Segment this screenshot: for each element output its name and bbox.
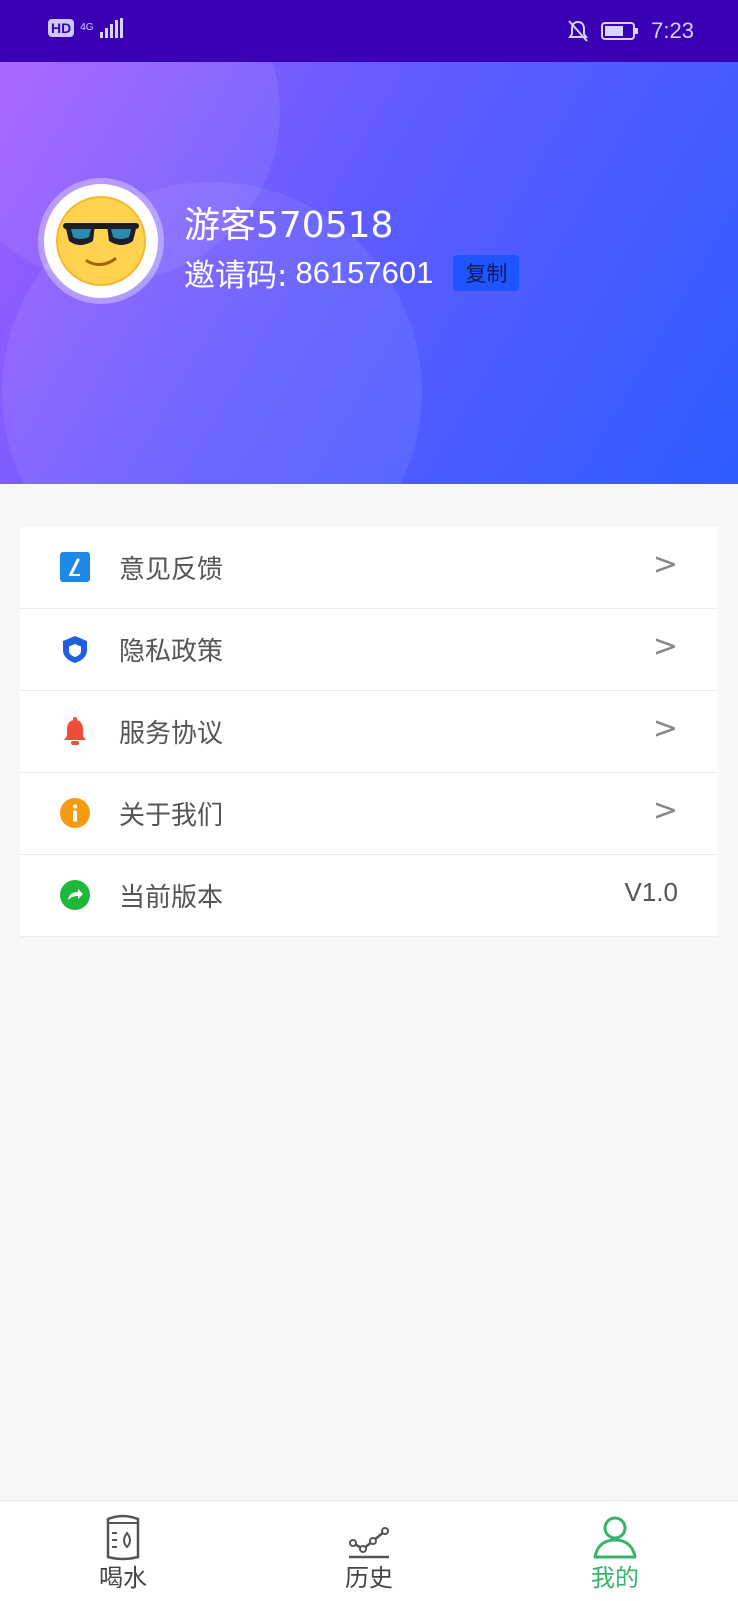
menu-item-privacy[interactable]: 隐私政策 >: [20, 609, 718, 691]
chevron-right-icon: >: [652, 547, 678, 582]
clock: 7:23: [651, 18, 694, 43]
avatar[interactable]: [44, 184, 158, 298]
profile-header: 游客570518 邀请码: 86157601 复制: [0, 62, 738, 484]
water-cup-icon: [106, 1514, 140, 1561]
share-icon: [60, 880, 90, 910]
menu-item-feedback[interactable]: 意见反馈 >: [20, 527, 718, 609]
invite-label: 邀请码:: [184, 258, 288, 294]
invite-code: 86157601: [295, 254, 434, 290]
user-icon: [593, 1516, 637, 1559]
menu-item-label: 意见反馈: [119, 555, 224, 585]
menu-item-about[interactable]: 关于我们 >: [20, 773, 718, 855]
network-type: 4G: [80, 22, 94, 33]
tab-drink[interactable]: 喝水: [63, 1501, 183, 1601]
status-bar: HD 4G 7:23: [0, 0, 738, 62]
info-icon: [60, 798, 90, 828]
chart-line-icon: [349, 1527, 389, 1559]
battery-icon: [601, 22, 639, 40]
menu-item-label: 隐私政策: [119, 637, 224, 667]
shield-icon: [63, 636, 87, 663]
hd-badge: HD: [48, 19, 75, 37]
bell-icon: [64, 717, 86, 745]
settings-menu: 意见反馈 > 隐私政策 > 服务协议 > 关于我们 > 当前版本 V1.0: [20, 527, 718, 937]
invite-row: 邀请码: 86157601 复制: [184, 250, 520, 295]
menu-item-service[interactable]: 服务协议 >: [20, 691, 718, 773]
version-value: V1.0: [624, 877, 679, 907]
mute-bell-icon: [568, 20, 589, 42]
sunglasses-emoji-icon: [56, 196, 146, 286]
menu-item-version[interactable]: 当前版本 V1.0: [20, 855, 718, 937]
signal-icon: [99, 18, 123, 38]
status-left: HD 4G: [48, 18, 124, 38]
menu-item-label: 服务协议: [119, 719, 224, 749]
copy-button[interactable]: 复制: [453, 254, 520, 291]
menu-item-label: 关于我们: [119, 801, 224, 831]
chevron-right-icon: >: [652, 793, 678, 828]
feedback-icon: [60, 552, 90, 582]
tab-label: 喝水: [99, 1564, 147, 1592]
bottom-tab-bar: 喝水 历史 我的: [0, 1500, 738, 1601]
tab-label: 历史: [345, 1564, 393, 1592]
tab-history[interactable]: 历史: [309, 1501, 429, 1601]
chevron-right-icon: >: [652, 629, 678, 664]
tab-label: 我的: [591, 1564, 639, 1592]
chevron-right-icon: >: [652, 711, 678, 746]
tab-mine[interactable]: 我的: [555, 1501, 675, 1601]
menu-item-label: 当前版本: [119, 883, 224, 913]
status-right: 7:23: [567, 18, 694, 44]
username: 游客570518: [184, 205, 394, 246]
